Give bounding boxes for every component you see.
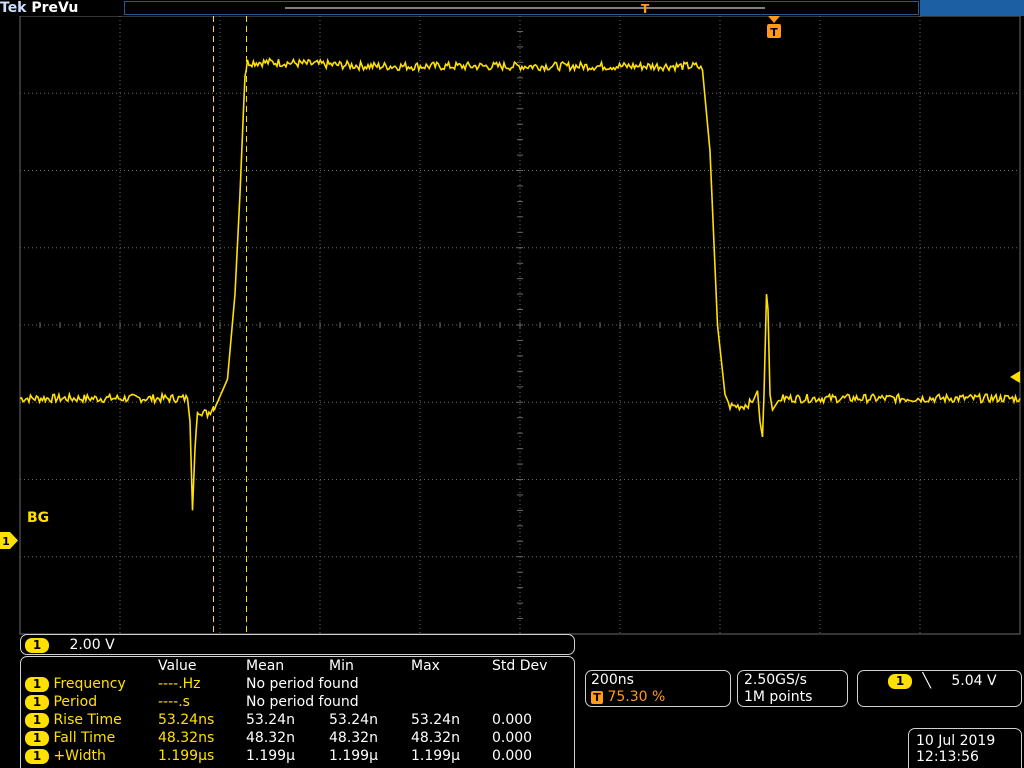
channel-1-scale-panel[interactable]: 1 2.00 V <box>20 634 575 655</box>
trigger-source-badge: 1 <box>888 673 912 689</box>
header-value: Value <box>158 658 197 674</box>
sample-rate: 2.50GS/s <box>744 672 807 688</box>
status-bar-corner <box>920 0 1024 16</box>
measurement-row-period: 1 Period ----.s No period found <box>25 693 572 711</box>
channel-badge: 1 <box>25 712 49 728</box>
channel-1-ground-marker[interactable]: 1 <box>0 532 18 549</box>
header-mean: Mean <box>246 658 285 674</box>
trigger-level-arrow-icon <box>1010 371 1020 383</box>
measurement-value: 48.32ns <box>158 730 215 746</box>
horizontal-scale: 200ns <box>591 672 634 688</box>
header-std-dev: Std Dev <box>492 658 548 674</box>
date-time-panel: 10 Jul 2019 12:13:56 <box>908 728 1022 768</box>
measurement-name: Frequency <box>53 676 126 692</box>
trigger-level: 5.04 V <box>951 673 997 689</box>
trigger-panel[interactable]: 1 ╲ 5.04 V <box>857 670 1022 707</box>
measurement-std: 0.000 <box>492 730 533 746</box>
trigger-position-marker: T <box>641 2 650 14</box>
waveform-label: BG <box>27 510 50 526</box>
svg-text:1: 1 <box>2 535 10 548</box>
record-length: 1M points <box>744 689 813 705</box>
channel-1-badge: 1 <box>25 637 49 653</box>
measurement-value: ----.Hz <box>158 676 201 692</box>
header-min: Min <box>329 658 354 674</box>
header-max: Max <box>411 658 440 674</box>
measurement-row-frequency: 1 Frequency ----.Hz No period found <box>25 675 572 693</box>
measurement-min: 48.32n <box>329 730 378 746</box>
channel-badge: 1 <box>25 730 49 746</box>
trigger-position-value: 75.30 % <box>607 689 666 705</box>
timebase-panel[interactable]: 200ns T 75.30 % <box>585 670 731 707</box>
measurements-table: Value Mean Min Max Std Dev 1 Frequency -… <box>25 657 572 765</box>
measurement-value: ----.s <box>158 694 190 710</box>
channel-badge: 1 <box>25 694 49 710</box>
measurement-max: 53.24n <box>411 712 460 728</box>
measurement-name: Period <box>53 694 98 710</box>
trigger-position: T 75.30 % <box>591 688 665 706</box>
brand-logo: Tek PreVu <box>0 0 78 16</box>
measurements-panel[interactable]: Value Mean Min Max Std Dev 1 Frequency -… <box>20 656 575 768</box>
svg-text:T: T <box>770 26 778 39</box>
trigger-marker-top[interactable]: T <box>767 16 781 39</box>
vertical-scale: 2.00 V <box>69 637 115 653</box>
measurement-row-rise-time: 1 Rise Time 53.24ns 53.24n 53.24n 53.24n… <box>25 711 572 729</box>
acquisition-panel[interactable]: 2.50GS/s 1M points <box>737 670 848 707</box>
measurement-value: 1.199µs <box>158 748 215 764</box>
channel-badge: 1 <box>25 676 49 692</box>
channel-badge: 1 <box>25 748 49 764</box>
graticule <box>19 16 1021 635</box>
measurement-min: 1.199µ <box>329 748 378 764</box>
measurement-row-fall-time: 1 Fall Time 48.32ns 48.32n 48.32n 48.32n… <box>25 729 572 747</box>
measurement-name: Rise Time <box>53 712 122 728</box>
measurement-name: +Width <box>53 748 106 764</box>
measurement-max: 48.32n <box>411 730 460 746</box>
record-view-bar[interactable]: T <box>124 1 919 15</box>
cursor-lines <box>213 16 247 634</box>
trigger-slope-icon: ╲ <box>922 673 931 689</box>
measurement-mean: No period found <box>246 676 359 692</box>
measurement-mean: 53.24n <box>246 712 295 728</box>
trigger-position-icon: T <box>591 691 603 704</box>
measurement-mean: 1.199µ <box>246 748 295 764</box>
waveform-display[interactable]: T 1 BG <box>0 16 1024 636</box>
measurements-header-row: Value Mean Min Max Std Dev <box>25 657 572 675</box>
brand-tek: Tek <box>0 0 27 16</box>
time: 12:13:56 <box>916 749 979 765</box>
acquisition-mode: PreVu <box>31 0 79 16</box>
measurement-std: 0.000 <box>492 712 533 728</box>
measurement-max: 1.199µ <box>411 748 460 764</box>
measurement-std: 0.000 <box>492 748 533 764</box>
measurement-mean: No period found <box>246 694 359 710</box>
measurement-min: 53.24n <box>329 712 378 728</box>
measurement-mean: 48.32n <box>246 730 295 746</box>
measurement-row-positive-width: 1 +Width 1.199µs 1.199µ 1.199µ 1.199µ 0.… <box>25 747 572 765</box>
measurement-value: 53.24ns <box>158 712 215 728</box>
measurement-name: Fall Time <box>53 730 116 746</box>
